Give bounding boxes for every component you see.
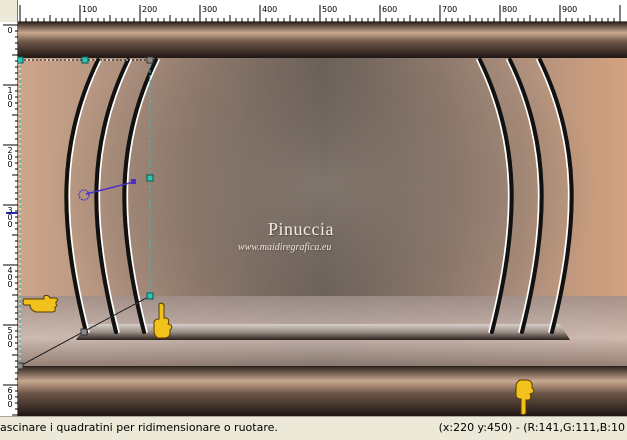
- paint-shop-window: 100 200 300 400 500 600 700 800 900 0 10…: [0, 0, 627, 440]
- pointing-hand-down-icon: [515, 379, 535, 416]
- ruler-label: 500: [322, 5, 338, 14]
- watermark-url: www.maidiregrafica.eu: [238, 242, 332, 253]
- ruler-label: 600: [7, 386, 13, 409]
- ruler-label: 400: [7, 266, 13, 289]
- ruler-label: 900: [562, 5, 578, 14]
- ruler-label: 800: [502, 5, 518, 14]
- ruler-label: 100: [82, 5, 98, 14]
- status-coordinates: (x:220 y:450) - (R:141,G:111,B:10: [438, 421, 625, 434]
- ruler-corner: [0, 0, 18, 22]
- status-bar: ascinare i quadratini per ridimensionare…: [0, 416, 627, 440]
- status-hint: ascinare i quadratini per ridimensionare…: [0, 421, 278, 434]
- ruler-label: 300: [7, 206, 13, 229]
- ruler-label: 0: [7, 26, 13, 35]
- ruler-label: 400: [262, 5, 278, 14]
- horizontal-ruler[interactable]: 100 200 300 400 500 600 700 800 900: [0, 0, 627, 22]
- pointing-hand-right-icon: [22, 294, 58, 313]
- vertical-ruler[interactable]: 0 100 200 300 400 500 600: [0, 22, 18, 416]
- ruler-label: 300: [202, 5, 218, 14]
- watermark-title: Pinuccia: [268, 219, 334, 239]
- ruler-label: 500: [7, 326, 13, 349]
- ruler-label: 200: [142, 5, 158, 14]
- image-canvas[interactable]: Pinuccia www.maidiregrafica.eu: [18, 22, 627, 416]
- ruler-label: 600: [382, 5, 398, 14]
- pointing-hand-up-icon: [153, 302, 173, 339]
- ruler-label: 700: [442, 5, 458, 14]
- ruler-label: 100: [7, 86, 13, 109]
- ruler-label: 200: [7, 146, 13, 169]
